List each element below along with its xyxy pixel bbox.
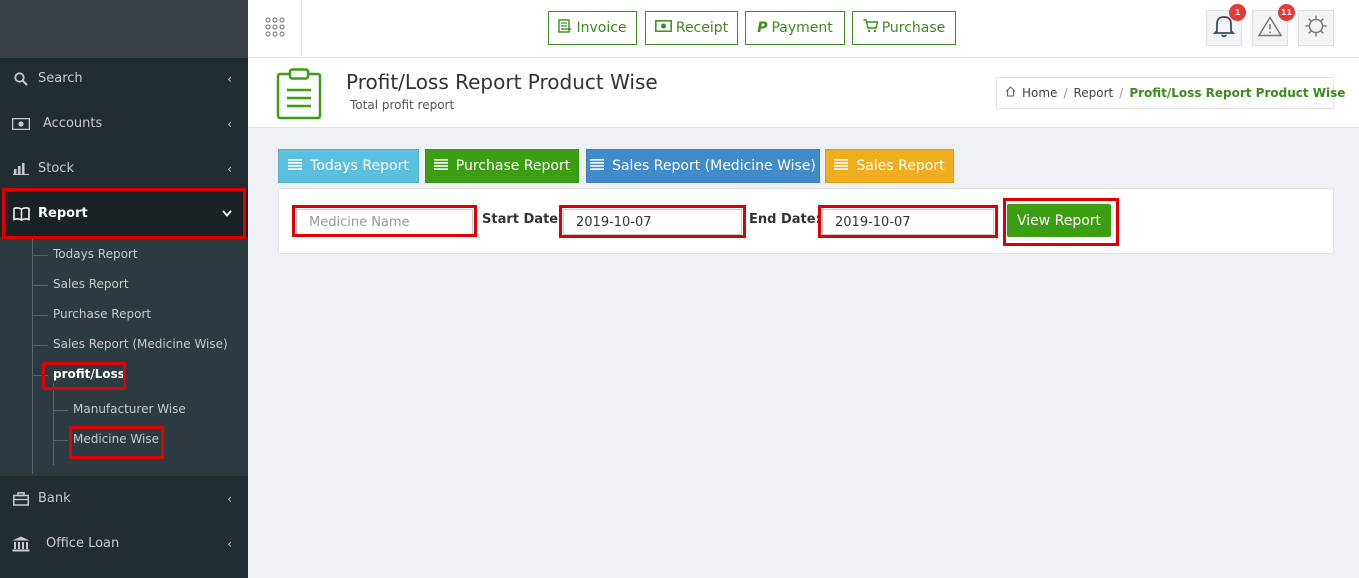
sidebar-item-accounts[interactable]: Accounts ‹ xyxy=(0,101,248,146)
notifications-button[interactable]: 1 xyxy=(1206,4,1246,46)
list-icon xyxy=(433,158,448,174)
sidebar-logo-area xyxy=(0,0,248,58)
tree-line xyxy=(32,238,33,474)
receipt-button[interactable]: Receipt xyxy=(645,11,738,45)
money-icon xyxy=(12,116,30,132)
purchase-label: Purchase xyxy=(881,20,946,36)
briefcase-icon xyxy=(12,491,30,507)
sidebar-item-report[interactable]: Report xyxy=(0,191,248,236)
bar-chart-icon xyxy=(12,161,30,177)
start-date-label: Start Date: xyxy=(482,212,564,227)
top-bar: Invoice Receipt P Payment Purchase 1 11 xyxy=(248,0,1359,58)
receipt-label: Receipt xyxy=(675,20,729,36)
payment-label: Payment xyxy=(771,20,833,36)
settings-button[interactable] xyxy=(1298,10,1334,46)
chevron-down-icon xyxy=(222,207,232,220)
submenu-item-sales-report[interactable]: Sales Report xyxy=(53,277,129,291)
tree-connector xyxy=(33,255,48,256)
tab-label: Todays Report xyxy=(310,158,409,174)
tree-connector xyxy=(33,315,48,316)
tree-connector xyxy=(54,410,68,411)
clipboard-icon xyxy=(276,68,322,124)
apps-grid-button[interactable] xyxy=(248,0,302,58)
sidebar-item-label: Stock xyxy=(38,161,74,176)
notification-count-badge: 1 xyxy=(1229,4,1246,21)
view-report-button[interactable]: View Report xyxy=(1007,204,1111,237)
tab-todays-report[interactable]: Todays Report xyxy=(278,149,419,183)
breadcrumb-report-link[interactable]: Report xyxy=(1073,86,1113,100)
breadcrumb: Home / Report / Profit/Loss Report Produ… xyxy=(996,77,1345,109)
submenu-item-todays-report[interactable]: Todays Report xyxy=(53,247,138,261)
end-date-input[interactable] xyxy=(822,209,994,235)
alerts-button[interactable]: 11 xyxy=(1252,4,1295,46)
submenu-item-medicine-wise[interactable]: Medicine Wise xyxy=(73,432,159,446)
alert-count-badge: 11 xyxy=(1278,4,1295,21)
home-icon xyxy=(1005,86,1016,100)
sidebar-item-bank[interactable]: Bank ‹ xyxy=(0,476,248,521)
chevron-left-icon: ‹ xyxy=(227,116,232,131)
grid-icon xyxy=(264,16,286,42)
invoice-button[interactable]: Invoice xyxy=(548,11,637,45)
report-submenu: Todays Report Sales Report Purchase Repo… xyxy=(0,238,248,476)
gear-icon xyxy=(1304,14,1328,42)
chevron-left-icon: ‹ xyxy=(227,536,232,551)
invoice-icon xyxy=(558,19,572,37)
page-header: Profit/Loss Report Product Wise Total pr… xyxy=(248,58,1359,128)
sidebar-item-office-loan[interactable]: Office Loan ‹ xyxy=(0,521,248,566)
tree-line xyxy=(53,383,54,465)
warning-icon xyxy=(1257,15,1283,41)
tab-purchase-report[interactable]: Purchase Report xyxy=(425,149,579,183)
list-icon xyxy=(834,158,849,174)
sidebar: Search ‹ Accounts ‹ Stock ‹ Report Today… xyxy=(0,0,248,578)
breadcrumb-current: Profit/Loss Report Product Wise xyxy=(1129,86,1346,100)
sidebar-item-label: Bank xyxy=(38,491,71,506)
submenu-item-purchase-report[interactable]: Purchase Report xyxy=(53,307,151,321)
search-icon xyxy=(12,71,30,87)
bank-icon xyxy=(12,536,30,552)
tab-sales-report-medicine-wise[interactable]: Sales Report (Medicine Wise) xyxy=(586,149,820,183)
medicine-name-input[interactable] xyxy=(296,209,473,235)
page-title: Profit/Loss Report Product Wise xyxy=(346,70,658,94)
invoice-label: Invoice xyxy=(576,20,627,36)
sidebar-item-label: Report xyxy=(38,206,88,221)
money-icon xyxy=(654,20,672,36)
page-subtitle: Total profit report xyxy=(350,98,455,112)
tab-label: Sales Report xyxy=(856,158,945,174)
paypal-icon: P xyxy=(757,20,768,36)
sidebar-item-label: Accounts xyxy=(43,116,103,131)
list-icon xyxy=(590,158,605,174)
payment-button[interactable]: P Payment xyxy=(745,11,845,45)
tree-connector xyxy=(54,440,68,441)
sidebar-item-label: Search xyxy=(38,71,83,86)
end-date-label: End Date: xyxy=(749,212,821,227)
tab-sales-report[interactable]: Sales Report xyxy=(825,149,954,183)
cart-icon xyxy=(863,19,879,37)
breadcrumb-separator: / xyxy=(1119,86,1124,100)
chevron-left-icon: ‹ xyxy=(227,161,232,176)
list-icon xyxy=(288,158,303,174)
chevron-left-icon: ‹ xyxy=(227,491,232,506)
book-icon xyxy=(12,206,30,222)
tree-connector xyxy=(33,345,48,346)
submenu-item-manufacturer-wise[interactable]: Manufacturer Wise xyxy=(73,402,186,416)
submenu-item-profit-loss[interactable]: profit/Loss xyxy=(53,367,125,381)
sidebar-item-stock[interactable]: Stock ‹ xyxy=(0,146,248,191)
purchase-button[interactable]: Purchase xyxy=(852,11,956,45)
sidebar-item-search[interactable]: Search ‹ xyxy=(0,56,248,101)
chevron-left-icon: ‹ xyxy=(227,71,232,86)
breadcrumb-separator: / xyxy=(1063,86,1068,100)
start-date-input[interactable] xyxy=(563,209,742,235)
breadcrumb-home-link[interactable]: Home xyxy=(1022,86,1057,100)
tab-label: Sales Report (Medicine Wise) xyxy=(612,158,816,174)
sidebar-item-label: Office Loan xyxy=(46,536,120,551)
tree-connector xyxy=(33,375,48,376)
submenu-item-sales-report-medicine-wise[interactable]: Sales Report (Medicine Wise) xyxy=(53,337,228,351)
tab-label: Purchase Report xyxy=(455,158,571,174)
tree-connector xyxy=(33,285,48,286)
